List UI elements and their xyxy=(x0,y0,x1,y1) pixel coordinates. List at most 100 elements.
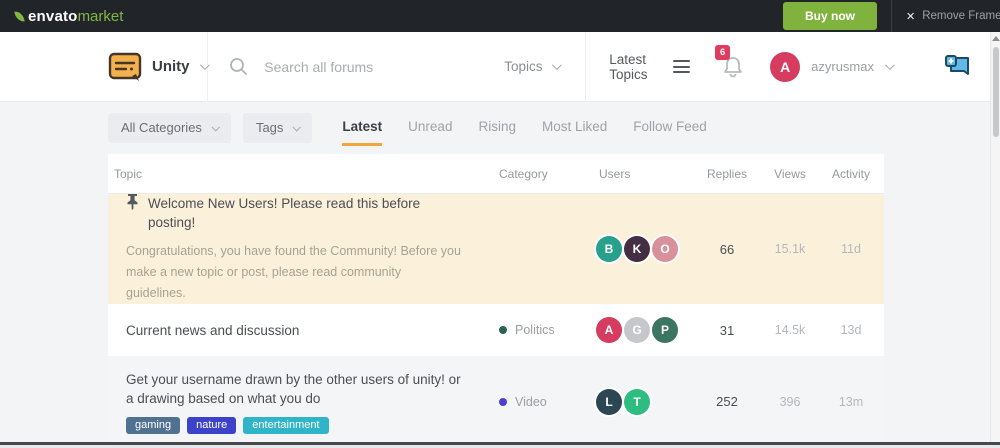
replies-count[interactable]: 31 xyxy=(692,323,762,338)
brand-market: market xyxy=(78,8,124,25)
brand-envato: envato xyxy=(28,8,78,25)
user-avatar[interactable]: T xyxy=(624,389,650,415)
column-header-topic[interactable]: Topic xyxy=(108,167,472,181)
category-filter-dropdown[interactable]: All Categories xyxy=(108,113,231,143)
topics-dropdown-label: Topics xyxy=(504,59,542,74)
user-avatar[interactable]: G xyxy=(624,317,650,343)
latest-topics-label: Latest Topics xyxy=(609,52,661,82)
tab-follow-feed[interactable]: Follow Feed xyxy=(633,112,707,144)
chevron-down-icon xyxy=(293,123,301,131)
user-avatar[interactable]: O xyxy=(652,236,678,262)
forum-name: Unity xyxy=(152,58,190,75)
topic-title[interactable]: Welcome New Users! Please read this befo… xyxy=(148,194,462,232)
activity-time: 13d xyxy=(818,323,884,337)
user-avatar[interactable]: B xyxy=(596,236,622,262)
notification-count-badge: 6 xyxy=(715,45,730,60)
column-header-users[interactable]: Users xyxy=(572,167,692,181)
category-cell: Politics xyxy=(472,323,572,337)
column-header-replies[interactable]: Replies xyxy=(692,167,762,181)
category-cell: Video xyxy=(472,395,572,409)
search-box xyxy=(229,57,504,76)
topic-row: Current news and discussionPoliticsAGP31… xyxy=(108,304,884,356)
unity-forum-icon xyxy=(108,52,142,82)
site-header: Unity Topics Latest Topics 6 A azyr xyxy=(0,32,1000,102)
tag-entertainment[interactable]: entertainment xyxy=(243,417,328,434)
topic-cell: Get your username drawn by the other use… xyxy=(108,370,472,434)
close-icon: ✕ xyxy=(906,10,915,23)
buy-now-button[interactable]: Buy now xyxy=(783,2,877,30)
topic-rows: Welcome New Users! Please read this befo… xyxy=(108,194,884,447)
top-frame-bar: envato market Buy now ✕ Remove Frame xyxy=(0,0,1000,32)
forum-switcher[interactable]: Unity xyxy=(108,52,207,82)
tab-most-liked[interactable]: Most Liked xyxy=(542,112,607,144)
search-scope-dropdown[interactable]: Topics xyxy=(504,59,558,74)
tab-unread[interactable]: Unread xyxy=(408,112,452,144)
tag-nature[interactable]: nature xyxy=(187,417,236,434)
latest-topics-menu[interactable]: Latest Topics xyxy=(609,52,690,82)
users-cell: AGP xyxy=(572,317,692,343)
username: azyrusmax xyxy=(811,59,874,74)
user-avatar[interactable]: A xyxy=(770,52,800,82)
category-dot xyxy=(499,398,507,406)
pin-icon xyxy=(126,194,139,210)
remove-frame-button[interactable]: ✕ Remove Frame xyxy=(892,10,1000,23)
tab-latest[interactable]: Latest xyxy=(342,112,382,144)
envato-leaf-icon xyxy=(14,10,24,22)
notifications-button[interactable]: 6 xyxy=(722,55,744,79)
views-count: 15.1k xyxy=(762,242,818,256)
replies-count[interactable]: 66 xyxy=(692,242,762,257)
chevron-down-icon xyxy=(551,60,561,70)
category-filter-label: All Categories xyxy=(121,120,202,135)
hamburger-menu-icon[interactable] xyxy=(673,60,690,73)
topic-title[interactable]: Get your username drawn by the other use… xyxy=(126,370,462,408)
topic-title-line: Current news and discussion xyxy=(126,321,462,340)
new-message-icon xyxy=(944,54,972,80)
tag-gaming[interactable]: gaming xyxy=(126,417,180,434)
topic-title-line: Welcome New Users! Please read this befo… xyxy=(126,194,462,232)
search-icon xyxy=(229,57,248,76)
chevron-down-icon xyxy=(885,60,895,70)
filter-tabs: Latest Unread Rising Most Liked Follow Feed xyxy=(342,112,706,144)
envato-market-logo[interactable]: envato market xyxy=(15,8,123,25)
tag-list: gaming nature entertainment xyxy=(126,417,462,434)
topic-cell: Welcome New Users! Please read this befo… xyxy=(108,194,472,304)
category-name[interactable]: Politics xyxy=(515,323,555,337)
activity-time: 13m xyxy=(818,395,884,409)
user-avatar[interactable]: P xyxy=(652,317,678,343)
user-avatar[interactable]: L xyxy=(596,389,622,415)
replies-count[interactable]: 252 xyxy=(692,394,762,409)
tag-filter-label: Tags xyxy=(256,120,283,135)
vertical-scrollbar[interactable] xyxy=(990,32,1000,442)
topic-title[interactable]: Current news and discussion xyxy=(126,321,299,340)
users-cell: LT xyxy=(572,389,692,415)
activity-time: 11d xyxy=(818,242,884,256)
topic-title-line: Get your username drawn by the other use… xyxy=(126,370,462,408)
user-menu[interactable]: A azyrusmax xyxy=(770,52,892,82)
user-avatar[interactable]: K xyxy=(624,236,650,262)
topic-table: Topic Category Users Replies Views Activ… xyxy=(108,154,884,448)
new-message-button[interactable] xyxy=(944,54,972,80)
tag-filter-dropdown[interactable]: Tags xyxy=(243,113,312,143)
column-header-category[interactable]: Category xyxy=(472,167,572,181)
table-header-row: Topic Category Users Replies Views Activ… xyxy=(108,154,884,194)
tab-rising[interactable]: Rising xyxy=(478,112,516,144)
category-name[interactable]: Video xyxy=(515,395,547,409)
views-count: 14.5k xyxy=(762,323,818,337)
topic-row: Get your username drawn by the other use… xyxy=(108,356,884,447)
user-avatar[interactable]: A xyxy=(596,317,622,343)
header-divider xyxy=(585,32,586,102)
column-header-views[interactable]: Views xyxy=(762,167,818,181)
filter-bar: All Categories Tags Latest Unread Rising Mo… xyxy=(108,112,1000,143)
page-body: All Categories Tags Latest Unread Rising Mo… xyxy=(0,102,1000,448)
scrollbar-thumb[interactable] xyxy=(993,47,999,137)
remove-frame-label: Remove Frame xyxy=(922,10,1000,22)
users-cell: BKO xyxy=(572,236,692,262)
topic-row: Welcome New Users! Please read this befo… xyxy=(108,194,884,304)
search-input[interactable] xyxy=(264,59,504,75)
chevron-down-icon xyxy=(211,123,219,131)
column-header-activity[interactable]: Activity xyxy=(818,167,884,181)
topic-cell: Current news and discussion xyxy=(108,321,472,340)
topic-excerpt: Congratulations, you have found the Comm… xyxy=(126,241,462,304)
scrollbar-up-arrow-icon[interactable] xyxy=(992,36,1000,41)
category-dot xyxy=(499,326,507,334)
